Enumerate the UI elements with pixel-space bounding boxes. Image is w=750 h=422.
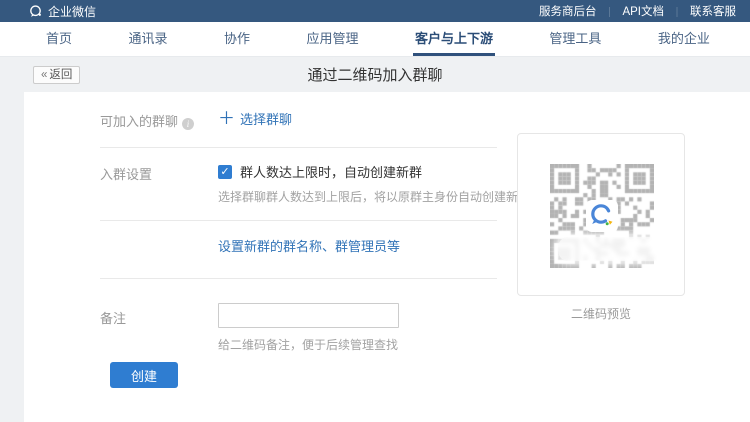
page-header: «返回 通过二维码加入群聊	[0, 57, 750, 92]
qr-watermark-blur	[558, 237, 663, 261]
qr-preview-box	[517, 133, 685, 296]
qr-preview-section: 二维码预览	[517, 133, 685, 322]
auto-create-group-option: ✓ 群人数达上限时，自动创建新群	[218, 162, 422, 181]
remark-input[interactable]	[218, 303, 399, 328]
separator: ｜	[604, 4, 614, 19]
main-nav: 首页 通讯录 协作 应用管理 客户与上下游 管理工具 我的企业	[0, 22, 750, 57]
choose-group-chat-link[interactable]: ＋ 选择群聊	[218, 109, 292, 128]
qr-preview-caption: 二维码预览	[517, 305, 685, 322]
top-link-provider[interactable]: 服务商后台	[539, 3, 597, 19]
top-link-api-docs[interactable]: API文档	[622, 3, 664, 19]
enterprise-wechat-admin-page: 企业微信 服务商后台 ｜ API文档 ｜ 联系客服 首页 通讯录 协作 应用管理…	[0, 0, 750, 422]
wechat-work-bubble-icon	[28, 4, 43, 19]
auto-create-group-checkbox[interactable]: ✓	[218, 165, 232, 179]
tab-collaboration[interactable]: 协作	[224, 22, 250, 56]
joinable-groups-label: 可加入的群聊i	[100, 111, 194, 130]
tab-management-tools[interactable]: 管理工具	[549, 22, 601, 56]
tab-customers-upstream-downstream[interactable]: 客户与上下游	[415, 22, 493, 56]
separator: ｜	[672, 4, 682, 19]
brand[interactable]: 企业微信	[28, 3, 96, 20]
top-links: 服务商后台 ｜ API文档 ｜ 联系客服	[539, 3, 736, 19]
create-button[interactable]: 创建	[110, 362, 178, 388]
content-card: 可加入的群聊i ＋ 选择群聊 入群设置 ✓ 群人数达上限时，自动创建新群 选择群…	[24, 92, 750, 422]
divider	[100, 147, 497, 148]
tab-my-enterprise[interactable]: 我的企业	[658, 22, 710, 56]
remark-helper-text: 给二维码备注，便于后续管理查找	[218, 336, 398, 353]
auto-create-group-checkbox-label[interactable]: 群人数达上限时，自动创建新群	[240, 162, 422, 181]
new-group-settings-link[interactable]: 设置新群的群名称、群管理员等	[218, 236, 400, 255]
brand-label: 企业微信	[48, 3, 96, 20]
join-settings-helper-text: 选择群聊群人数达到上限后，将以原群主身份自动创建新群	[218, 188, 530, 205]
info-icon[interactable]: i	[182, 118, 194, 130]
divider	[100, 220, 497, 221]
choose-group-chat-label: 选择群聊	[240, 109, 292, 128]
plus-icon: ＋	[218, 110, 235, 127]
page-title: 通过二维码加入群聊	[0, 64, 750, 85]
tab-contacts[interactable]: 通讯录	[128, 22, 167, 56]
wechat-work-logo	[586, 200, 618, 232]
tab-app-management[interactable]: 应用管理	[306, 22, 358, 56]
top-bar: 企业微信 服务商后台 ｜ API文档 ｜ 联系客服	[0, 0, 750, 22]
join-settings-label: 入群设置	[100, 164, 152, 183]
divider	[100, 278, 497, 279]
remark-label: 备注	[100, 308, 126, 327]
tab-home[interactable]: 首页	[46, 22, 72, 56]
top-link-contact-support[interactable]: 联系客服	[690, 3, 736, 19]
